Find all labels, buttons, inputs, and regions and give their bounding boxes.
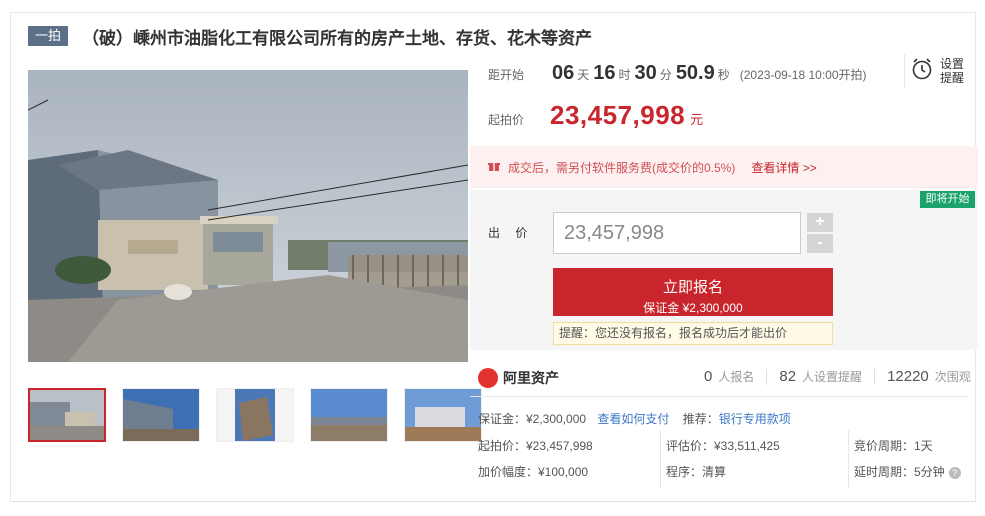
stat-views-count: 12220 — [887, 368, 929, 385]
stat-signups-count: 0 — [704, 368, 713, 385]
round-tag: 一拍 — [28, 26, 69, 46]
title-row: 一拍 （破）嵊州市油脂化工有限公司所有的房产土地、存货、花木等资产 — [28, 24, 592, 48]
countdown-days: 06 — [552, 62, 575, 84]
set-reminder-button[interactable]: 设置 提醒 — [910, 54, 970, 88]
thumbnail-1[interactable] — [28, 388, 106, 442]
platform-name: 阿里资产 — [503, 370, 559, 386]
countdown-hours-unit: 时 — [618, 68, 631, 82]
notice-details-link[interactable]: 查看详情 >> — [751, 159, 816, 176]
platform-logo: 阿里资产 — [478, 368, 559, 388]
start-price-value: 23,457,998 — [550, 100, 686, 130]
page-title: （破）嵊州市油脂化工有限公司所有的房产土地、存货、花木等资产 — [82, 28, 593, 48]
alarm-clock-icon — [910, 57, 934, 86]
detail-increment: 加价幅度：¥100,000 — [478, 465, 589, 479]
bid-amount-input[interactable]: 23,457,998 — [553, 212, 801, 254]
detail-appraisal: 评估价：¥33,511,425 — [666, 439, 780, 453]
countdown-label: 距开始 — [488, 68, 525, 82]
divider — [660, 430, 661, 488]
service-fee-notice: 成交后，需另付软件服务费(成交价的0.5%) 查看详情 >> — [470, 146, 978, 188]
divider — [874, 368, 876, 385]
notice-text: 成交后，需另付软件服务费(成交价的0.5%) — [508, 160, 736, 175]
decrease-bid-button[interactable]: - — [807, 234, 833, 253]
countdown-seconds-unit: 秒 — [717, 68, 730, 82]
deposit-row: 保证金：¥2,300,000 查看如何支付 推荐：银行专用款项 — [478, 410, 791, 427]
recommend-label: 推荐： — [682, 412, 719, 426]
countdown-minutes: 30 — [634, 62, 657, 84]
stat-reminders-count: 82 — [779, 368, 797, 385]
detail-delay: 延时周期：5分钟 — [854, 465, 945, 479]
divider — [766, 368, 768, 385]
increase-bid-button[interactable]: + — [807, 213, 833, 232]
register-deposit-label: 保证金 ¥2,300,000 — [643, 301, 743, 315]
thumbnail-2[interactable] — [122, 388, 200, 442]
bank-payment-link[interactable]: 银行专用款项 — [719, 412, 791, 426]
deposit-value: 保证金：¥2,300,000 — [478, 412, 587, 426]
detail-cycle: 竞价周期：1天 — [854, 439, 933, 453]
countdown-days-unit: 天 — [577, 68, 590, 82]
stats: 0 人报名 82 人设置提醒 12220 次围观 — [704, 368, 971, 385]
stat-reminders-label: 人设置提醒 — [802, 370, 863, 384]
thumbnail-strip — [28, 388, 482, 444]
status-badge: 即将开始 — [920, 191, 975, 208]
remind-line2: 提醒 — [940, 71, 965, 85]
register-button[interactable]: 立即报名 保证金 ¥2,300,000 — [553, 268, 833, 316]
register-button-label: 立即报名 — [662, 279, 723, 296]
stat-views-label: 次围观 — [934, 370, 971, 384]
detail-delay-row: 延时周期：5分钟? — [854, 463, 961, 480]
register-tip: 提醒：您还没有报名，报名成功后才能出价 — [553, 322, 833, 345]
countdown-minutes-unit: 分 — [659, 68, 672, 82]
main-photo[interactable] — [28, 70, 468, 362]
ali-logo-icon — [478, 368, 498, 388]
start-price-row: 起拍价 23,457,998 元 — [488, 100, 703, 131]
how-to-pay-link[interactable]: 查看如何支付 — [597, 412, 669, 426]
bid-label: 出 价 — [488, 226, 534, 240]
stat-signups-label: 人报名 — [718, 370, 755, 384]
countdown-hours: 16 — [593, 62, 616, 84]
detail-start-price: 起拍价：¥23,457,998 — [478, 439, 593, 453]
countdown: 距开始 06 天 16 时 30 分 50.9 秒 (2023-09-18 10… — [488, 62, 867, 90]
help-icon[interactable]: ? — [948, 466, 961, 479]
start-price-label: 起拍价 — [488, 113, 525, 127]
start-price-unit: 元 — [690, 112, 704, 127]
countdown-seconds: 50.9 — [675, 62, 715, 84]
divider — [470, 396, 968, 397]
divider — [848, 430, 849, 488]
remind-line1: 设置 — [940, 57, 965, 71]
start-time: (2023-09-18 10:00开拍) — [739, 68, 867, 82]
detail-procedure: 程序：清算 — [666, 465, 727, 479]
thumbnail-3[interactable] — [216, 388, 294, 442]
thumbnail-4[interactable] — [310, 388, 388, 442]
divider — [904, 54, 905, 88]
gift-icon — [488, 160, 500, 175]
